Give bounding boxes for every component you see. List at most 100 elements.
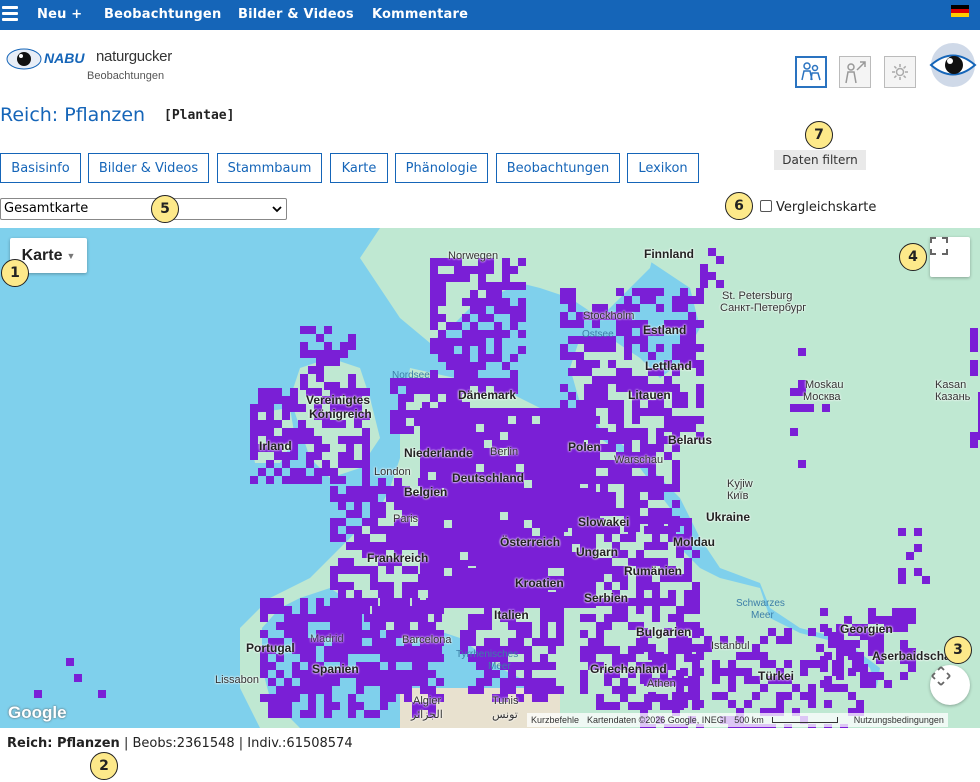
terms-link[interactable]: Nutzungsbedingungen	[854, 715, 944, 725]
heatmap-cell	[470, 266, 478, 274]
tab-lexikon[interactable]: Lexikon	[627, 153, 699, 183]
heatmap-cell	[292, 622, 300, 630]
heatmap-cell	[274, 388, 282, 396]
heatmap-cell	[258, 420, 266, 428]
tab-stammbaum[interactable]: Stammbaum	[217, 153, 322, 183]
heatmap-cell	[592, 460, 600, 468]
heatmap-cell	[406, 410, 414, 418]
heatmap-cell	[410, 534, 418, 542]
heatmap-cell	[478, 306, 486, 314]
nav-item-observations[interactable]: Beobachtungen	[104, 7, 221, 22]
tab-beobachtungen[interactable]: Beobachtungen	[496, 153, 620, 183]
tab-phaenologie[interactable]: Phänologie	[395, 153, 488, 183]
heatmap-cell	[308, 710, 316, 718]
heatmap-cell	[540, 686, 548, 694]
heatmap-cell	[324, 342, 332, 350]
heatmap-cell	[462, 354, 470, 362]
heatmap-cell	[672, 296, 680, 304]
heatmap-cell	[388, 662, 396, 670]
german-flag-icon[interactable]	[951, 5, 969, 17]
heatmap-cell	[378, 478, 386, 486]
distribution-map[interactable]: Finnland Norwegen St. Petersburg Санкт-П…	[0, 228, 980, 728]
heatmap-cell	[656, 516, 664, 524]
heatmap-cell	[852, 656, 860, 664]
heatmap-cell	[668, 590, 676, 598]
heatmap-cell	[592, 416, 600, 424]
heatmap-cell	[74, 674, 82, 682]
naturgucker-logo[interactable]: NABU naturgucker Beobachtungen	[6, 42, 181, 87]
heatmap-cell	[620, 694, 628, 702]
heatmap-cell	[776, 636, 784, 644]
heatmap-cell	[502, 330, 510, 338]
heatmap-cell	[652, 542, 660, 550]
heatmap-cell	[420, 614, 428, 622]
heatmap-cell	[572, 416, 580, 424]
menu-icon[interactable]	[2, 6, 18, 22]
heatmap-cell	[306, 436, 314, 444]
heatmap-cell	[380, 614, 388, 622]
heatmap-cell	[852, 640, 860, 648]
heatmap-cell	[500, 686, 508, 694]
heatmap-cell	[430, 338, 438, 346]
heatmap-cell	[290, 396, 298, 404]
heatmap-cell	[656, 508, 664, 516]
pan-control-button[interactable]	[930, 665, 970, 705]
heatmap-cell	[652, 534, 660, 542]
heatmap-cell	[524, 456, 532, 464]
heatmap-cell	[532, 686, 540, 694]
heatmap-cell	[672, 468, 680, 476]
heatmap-cell	[356, 606, 364, 614]
community-button[interactable]	[795, 56, 827, 88]
compare-map-checkbox[interactable]	[760, 200, 772, 212]
heatmap-cell	[560, 320, 568, 328]
heatmap-cell	[378, 502, 386, 510]
heatmap-cell	[372, 622, 380, 630]
heatmap-cell	[430, 322, 438, 330]
heatmap-cell	[548, 504, 556, 512]
heatmap-cell	[784, 692, 792, 700]
heatmap-cell	[372, 606, 380, 614]
heatmap-cell	[502, 282, 510, 290]
keyboard-shortcuts-link[interactable]: Kurzbefehle	[531, 715, 579, 725]
nav-item-comments[interactable]: Kommentare	[372, 7, 468, 22]
fullscreen-button[interactable]	[930, 237, 970, 277]
map-label: Bulgarien	[636, 625, 692, 639]
tab-images-videos[interactable]: Bilder & Videos	[88, 153, 209, 183]
heatmap-cell	[372, 614, 380, 622]
settings-button[interactable]	[884, 56, 916, 88]
heatmap-cell	[250, 452, 258, 460]
heatmap-cell	[478, 346, 486, 354]
heatmap-cell	[300, 654, 308, 662]
heatmap-cell	[452, 552, 460, 560]
map-type-select[interactable]: Gesamtkarte	[0, 198, 287, 220]
heatmap-cell	[900, 624, 908, 632]
filter-data-button[interactable]: Daten filtern	[774, 150, 866, 170]
heatmap-cell	[346, 486, 354, 494]
profile-export-button[interactable]	[839, 56, 871, 88]
tab-karte[interactable]: Karte	[330, 153, 388, 183]
heatmap-cell	[548, 464, 556, 472]
heatmap-cell	[406, 394, 414, 402]
heatmap-cell	[540, 464, 548, 472]
heatmap-cell	[752, 644, 760, 652]
heatmap-cell	[568, 304, 576, 312]
heatmap-cell	[692, 598, 700, 606]
heatmap-cell	[640, 436, 648, 444]
summary-observations: | Beobs:2361548 |	[123, 736, 244, 751]
heatmap-cell	[364, 670, 372, 678]
heatmap-cell	[632, 492, 640, 500]
heatmap-cell	[276, 710, 284, 718]
heatmap-cell	[462, 370, 470, 378]
nav-item-images-videos[interactable]: Bilder & Videos	[238, 7, 354, 22]
tab-basisinfo[interactable]: Basisinfo	[0, 153, 81, 183]
heatmap-cell	[580, 686, 588, 694]
heatmap-cell	[486, 378, 494, 386]
heatmap-cell	[532, 512, 540, 520]
map-label: Казань	[935, 391, 971, 403]
nav-item-new[interactable]: Neu +	[37, 7, 82, 22]
heatmap-cell	[572, 584, 580, 592]
heatmap-cell	[616, 384, 624, 392]
heatmap-cell	[560, 352, 568, 360]
heatmap-cell	[476, 598, 484, 606]
heatmap-cell	[324, 382, 332, 390]
